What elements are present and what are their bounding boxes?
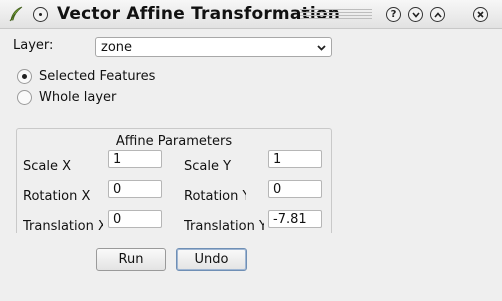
whole-layer-label: Whole layer (39, 90, 117, 105)
selected-features-label: Selected Features (39, 69, 156, 84)
help-icon[interactable]: ? (386, 7, 401, 22)
affine-parameters-title: Affine Parameters (115, 134, 233, 149)
title-bar-grip (300, 9, 372, 20)
translation-x-input[interactable] (108, 210, 162, 228)
selected-features-radio[interactable] (17, 69, 32, 84)
title-bar[interactable]: Vector Affine Transformation ? (0, 0, 502, 29)
scale-x-label: Scale X (23, 159, 72, 174)
scale-y-input[interactable] (268, 150, 322, 168)
undo-button[interactable]: Undo (176, 248, 247, 271)
maximize-icon[interactable] (430, 7, 445, 22)
translation-y-label: Translation Y (184, 219, 264, 233)
rotation-x-label: Rotation X (23, 189, 91, 204)
minimize-icon[interactable] (408, 7, 423, 22)
window-title: Vector Affine Transformation (57, 4, 341, 24)
close-icon[interactable] (473, 7, 488, 22)
affine-parameters-group: Affine Parameters Scale X Scale Y Rotati… (16, 128, 332, 233)
scale-x-input[interactable] (108, 150, 162, 168)
rotation-y-label: Rotation Y (184, 189, 246, 204)
whole-layer-radio[interactable] (17, 90, 32, 105)
chevron-down-icon (317, 45, 326, 51)
window-menu-icon[interactable] (33, 7, 48, 22)
layer-dropdown[interactable]: zone (95, 37, 332, 57)
run-button[interactable]: Run (96, 248, 166, 271)
scale-y-label: Scale Y (184, 159, 232, 174)
rotation-x-input[interactable] (108, 180, 162, 198)
translation-y-input[interactable] (268, 210, 322, 228)
layer-dropdown-value: zone (101, 40, 133, 55)
feather-quill-icon (9, 6, 23, 22)
layer-label: Layer: (13, 38, 54, 53)
translation-x-label: Translation X (23, 219, 103, 233)
rotation-y-input[interactable] (268, 180, 322, 198)
